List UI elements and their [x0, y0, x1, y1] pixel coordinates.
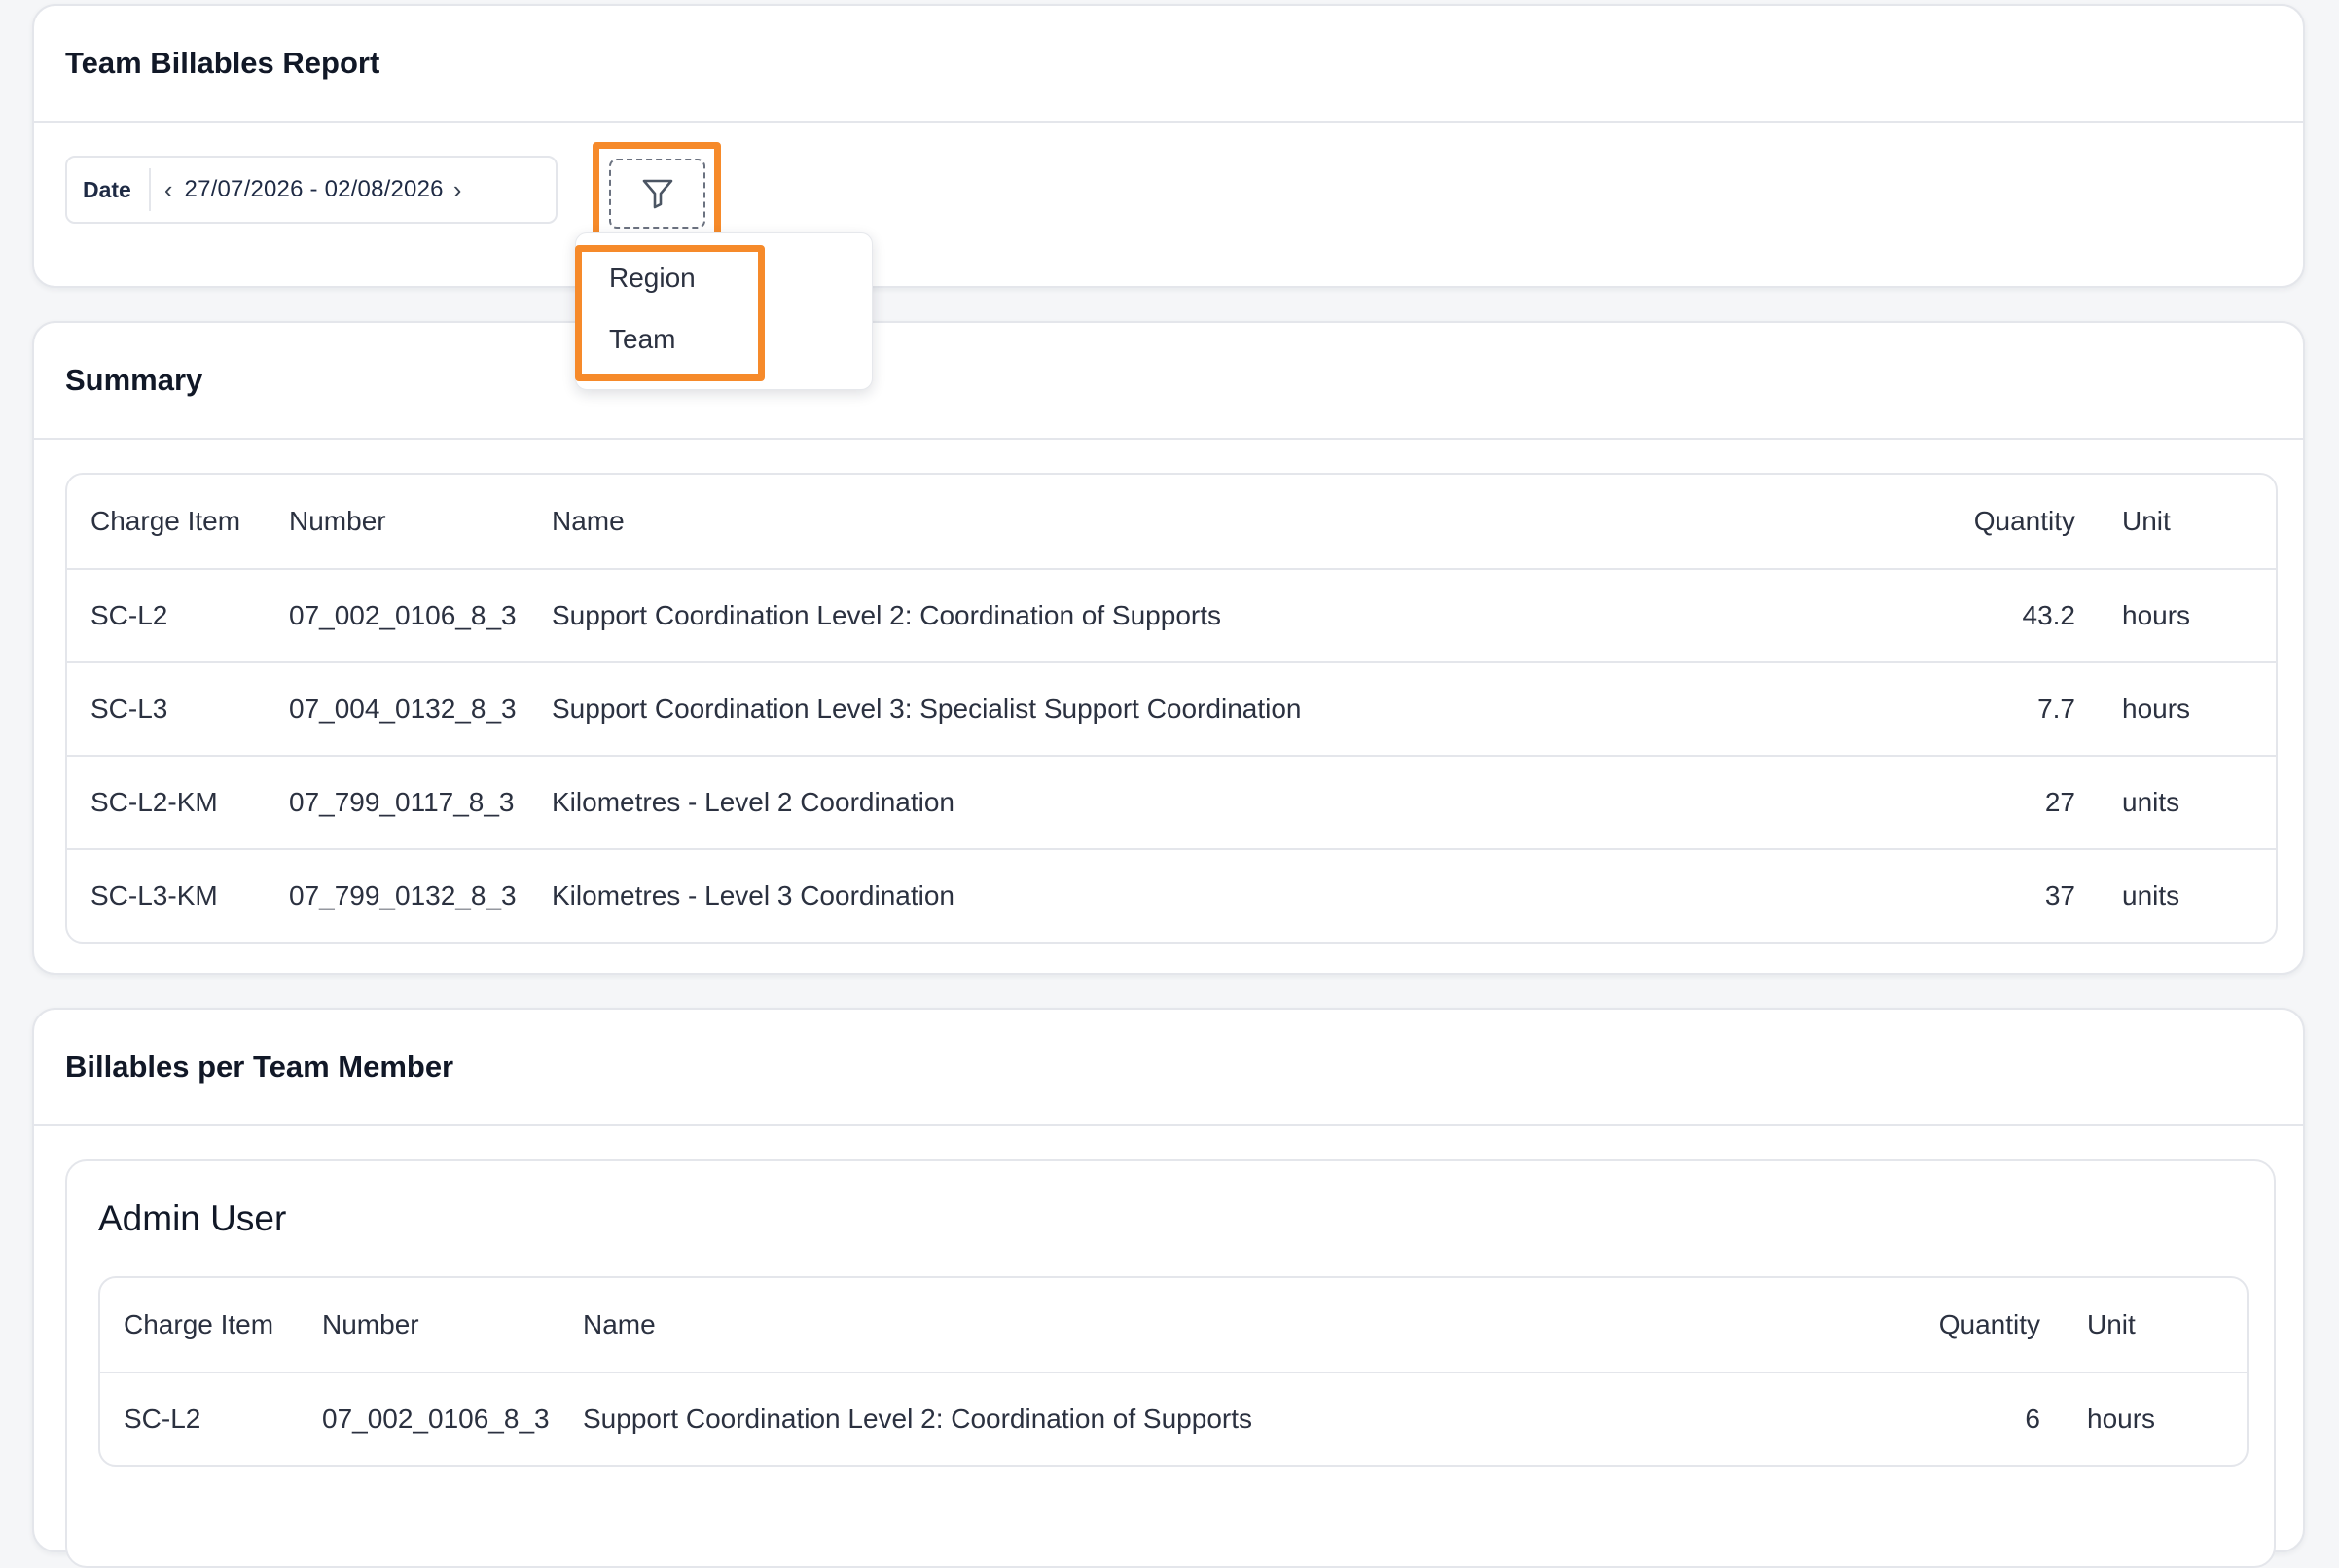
member-name: Admin User: [98, 1198, 287, 1238]
charge-item-cell: SC-L3-KM: [90, 880, 218, 910]
member-table: Charge Item Number Name Quantity Unit SC…: [98, 1276, 2249, 1467]
table-row: SC-L3 07_004_0132_8_3 Support Coordinati…: [67, 663, 2276, 757]
number-cell: 07_002_0106_8_3: [322, 1404, 550, 1434]
date-range[interactable]: 27/07/2026 - 02/08/2026: [185, 176, 444, 203]
quantity-cell: 7.7: [1935, 663, 2099, 757]
column-header: Unit: [2099, 475, 2276, 570]
column-header: Quantity: [1935, 475, 2099, 570]
table-row: SC-L3-KM 07_799_0132_8_3 Kilometres - Le…: [67, 850, 2276, 942]
filter-button-highlight: [593, 142, 721, 243]
number-cell: 07_799_0117_8_3: [266, 757, 528, 850]
column-header: Charge Item: [67, 475, 266, 570]
members-card: Billables per Team Member Admin User Cha…: [32, 1008, 2305, 1568]
chevron-right-icon[interactable]: ›: [444, 175, 462, 205]
charge-item-cell: SC-L2: [67, 570, 266, 663]
unit-cell: units: [2099, 757, 2276, 850]
menu-items-highlight: [575, 245, 765, 381]
column-header: Unit: [2064, 1278, 2247, 1373]
number-cell: 07_799_0132_8_3: [289, 880, 517, 910]
name-cell: Support Coordination Level 3: Specialist…: [528, 663, 1935, 757]
unit-cell: hours: [2087, 1404, 2156, 1434]
column-header: Quantity: [1902, 1278, 2064, 1373]
unit-cell: units: [2122, 880, 2180, 910]
date-label: Date: [67, 168, 151, 211]
unit-cell: hours: [2099, 570, 2276, 663]
report-title: Team Billables Report: [34, 6, 2303, 123]
date-filter: Date ‹ 27/07/2026 - 02/08/2026 ›: [65, 156, 558, 224]
name-cell: Support Coordination Level 2: Coordinati…: [528, 570, 1935, 663]
summary-card: Summary Charge Item Number Name Quantity…: [32, 321, 2305, 975]
summary-title: Summary: [34, 323, 2303, 440]
charge-item-cell: SC-L3: [67, 663, 266, 757]
quantity-cell: 37: [2044, 880, 2075, 910]
table-header-row: Charge Item Number Name Quantity Unit: [100, 1278, 2247, 1373]
name-cell: Support Coordination Level 2: Coordinati…: [583, 1404, 1252, 1434]
unit-cell: hours: [2099, 663, 2276, 757]
table-row: SC-L2-KM 07_799_0117_8_3 Kilometres - Le…: [67, 757, 2276, 850]
name-cell: Kilometres - Level 2 Coordination: [528, 757, 1935, 850]
member-section: Admin User Charge Item Number Name Quant…: [65, 1159, 2276, 1568]
column-header: Name: [528, 475, 1935, 570]
column-header: Name: [559, 1278, 1902, 1373]
quantity-cell: 43.2: [1935, 570, 2099, 663]
table-row: SC-L2 07_002_0106_8_3 Support Coordinati…: [67, 570, 2276, 663]
column-header: Number: [266, 475, 528, 570]
charge-item-cell: SC-L2: [124, 1404, 201, 1434]
number-cell: 07_004_0132_8_3: [266, 663, 528, 757]
number-cell: 07_002_0106_8_3: [266, 570, 528, 663]
charge-item-cell: SC-L2-KM: [67, 757, 266, 850]
quantity-cell: 6: [2025, 1404, 2040, 1434]
summary-table: Charge Item Number Name Quantity Unit SC…: [65, 473, 2278, 944]
name-cell: Kilometres - Level 3 Coordination: [552, 880, 954, 910]
members-title: Billables per Team Member: [34, 1010, 2303, 1126]
table-header-row: Charge Item Number Name Quantity Unit: [67, 475, 2276, 570]
report-card: Team Billables Report Date ‹ 27/07/2026 …: [32, 4, 2305, 288]
column-header: Number: [299, 1278, 559, 1373]
table-row: SC-L2 07_002_0106_8_3 Support Coordinati…: [100, 1373, 2247, 1465]
quantity-cell: 27: [1935, 757, 2099, 850]
chevron-left-icon[interactable]: ‹: [151, 175, 185, 205]
column-header: Charge Item: [100, 1278, 299, 1373]
